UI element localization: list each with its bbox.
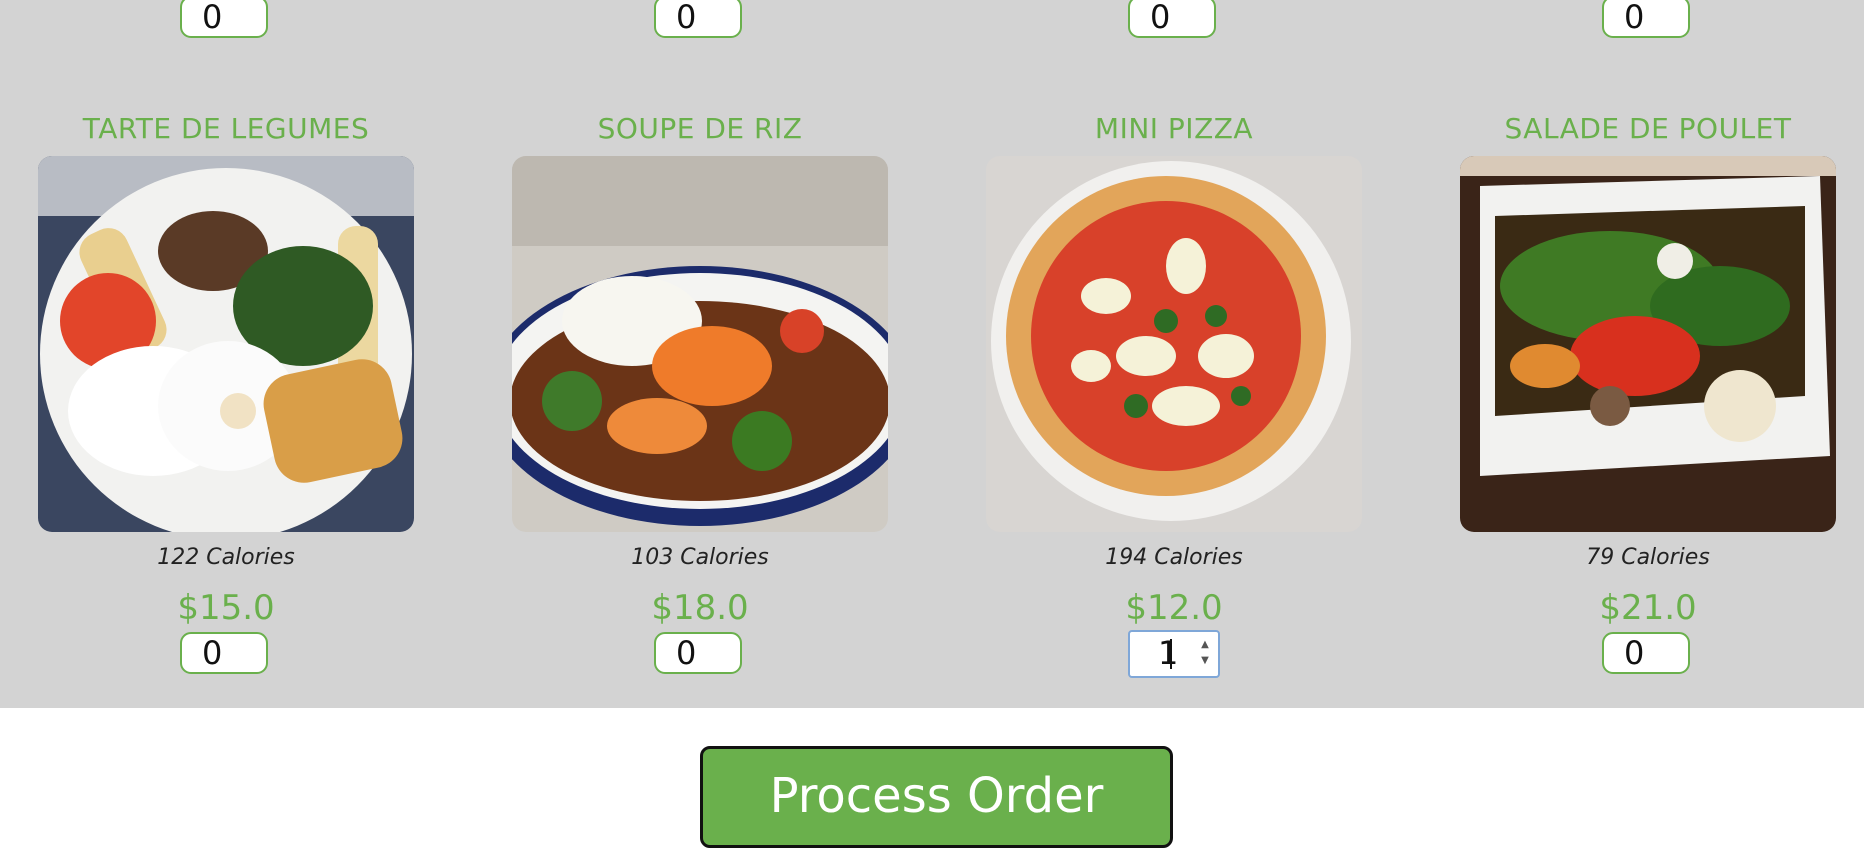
dish-name: SALADE DE POULET [1504, 112, 1792, 145]
decrement-icon[interactable]: ▼ [1197, 653, 1213, 669]
process-order-button[interactable]: Process Order [700, 746, 1173, 848]
price-label: $21.0 [1599, 588, 1697, 628]
quantity-input[interactable]: 0 [654, 632, 742, 674]
calories-label: 103 Calories [631, 545, 769, 570]
menu-panel: 0 0 0 0 TARTE DE LEGUMES 122 Calories $1… [0, 0, 1864, 708]
price-label: $15.0 [177, 588, 275, 628]
quantity-value: 1 [1158, 634, 1179, 672]
quantity-stepper[interactable]: ▲ ▼ [1197, 637, 1213, 671]
dish-image [38, 156, 414, 532]
quantity-input[interactable]: 0 [654, 0, 742, 38]
dish-card-soupe-de-riz: SOUPE DE RIZ 103 Calories $18.0 0 [512, 108, 888, 688]
dish-image [512, 156, 888, 532]
dish-name: SOUPE DE RIZ [597, 112, 803, 145]
quantity-input[interactable]: 0 [1602, 0, 1690, 38]
calories-label: 122 Calories [157, 545, 295, 570]
price-label: $12.0 [1125, 588, 1223, 628]
dish-card-mini-pizza: MINI PIZZA 194 Calories $12.0 1 ▲ ▼ [986, 108, 1362, 688]
dish-image [1460, 156, 1836, 532]
quantity-input[interactable]: 0 [1128, 0, 1216, 38]
quantity-input[interactable]: 0 [180, 632, 268, 674]
previous-row-quantities: 0 0 0 0 [0, 0, 1864, 44]
dish-name: TARTE DE LEGUMES [82, 112, 370, 145]
increment-icon[interactable]: ▲ [1197, 637, 1213, 653]
calories-label: 194 Calories [1105, 545, 1243, 570]
quantity-input[interactable]: 1 ▲ ▼ [1128, 630, 1220, 678]
dish-card-tarte-de-legumes: TARTE DE LEGUMES 122 Calories $15.0 0 [38, 108, 414, 688]
quantity-input[interactable]: 0 [180, 0, 268, 38]
dish-name: MINI PIZZA [1094, 112, 1254, 145]
dish-image [986, 156, 1362, 532]
dish-card-salade-de-poulet: SALADE DE POULET 79 Calories $21.0 0 [1460, 108, 1836, 688]
text-cursor [1170, 639, 1172, 669]
quantity-input[interactable]: 0 [1602, 632, 1690, 674]
calories-label: 79 Calories [1586, 545, 1710, 570]
price-label: $18.0 [651, 588, 749, 628]
